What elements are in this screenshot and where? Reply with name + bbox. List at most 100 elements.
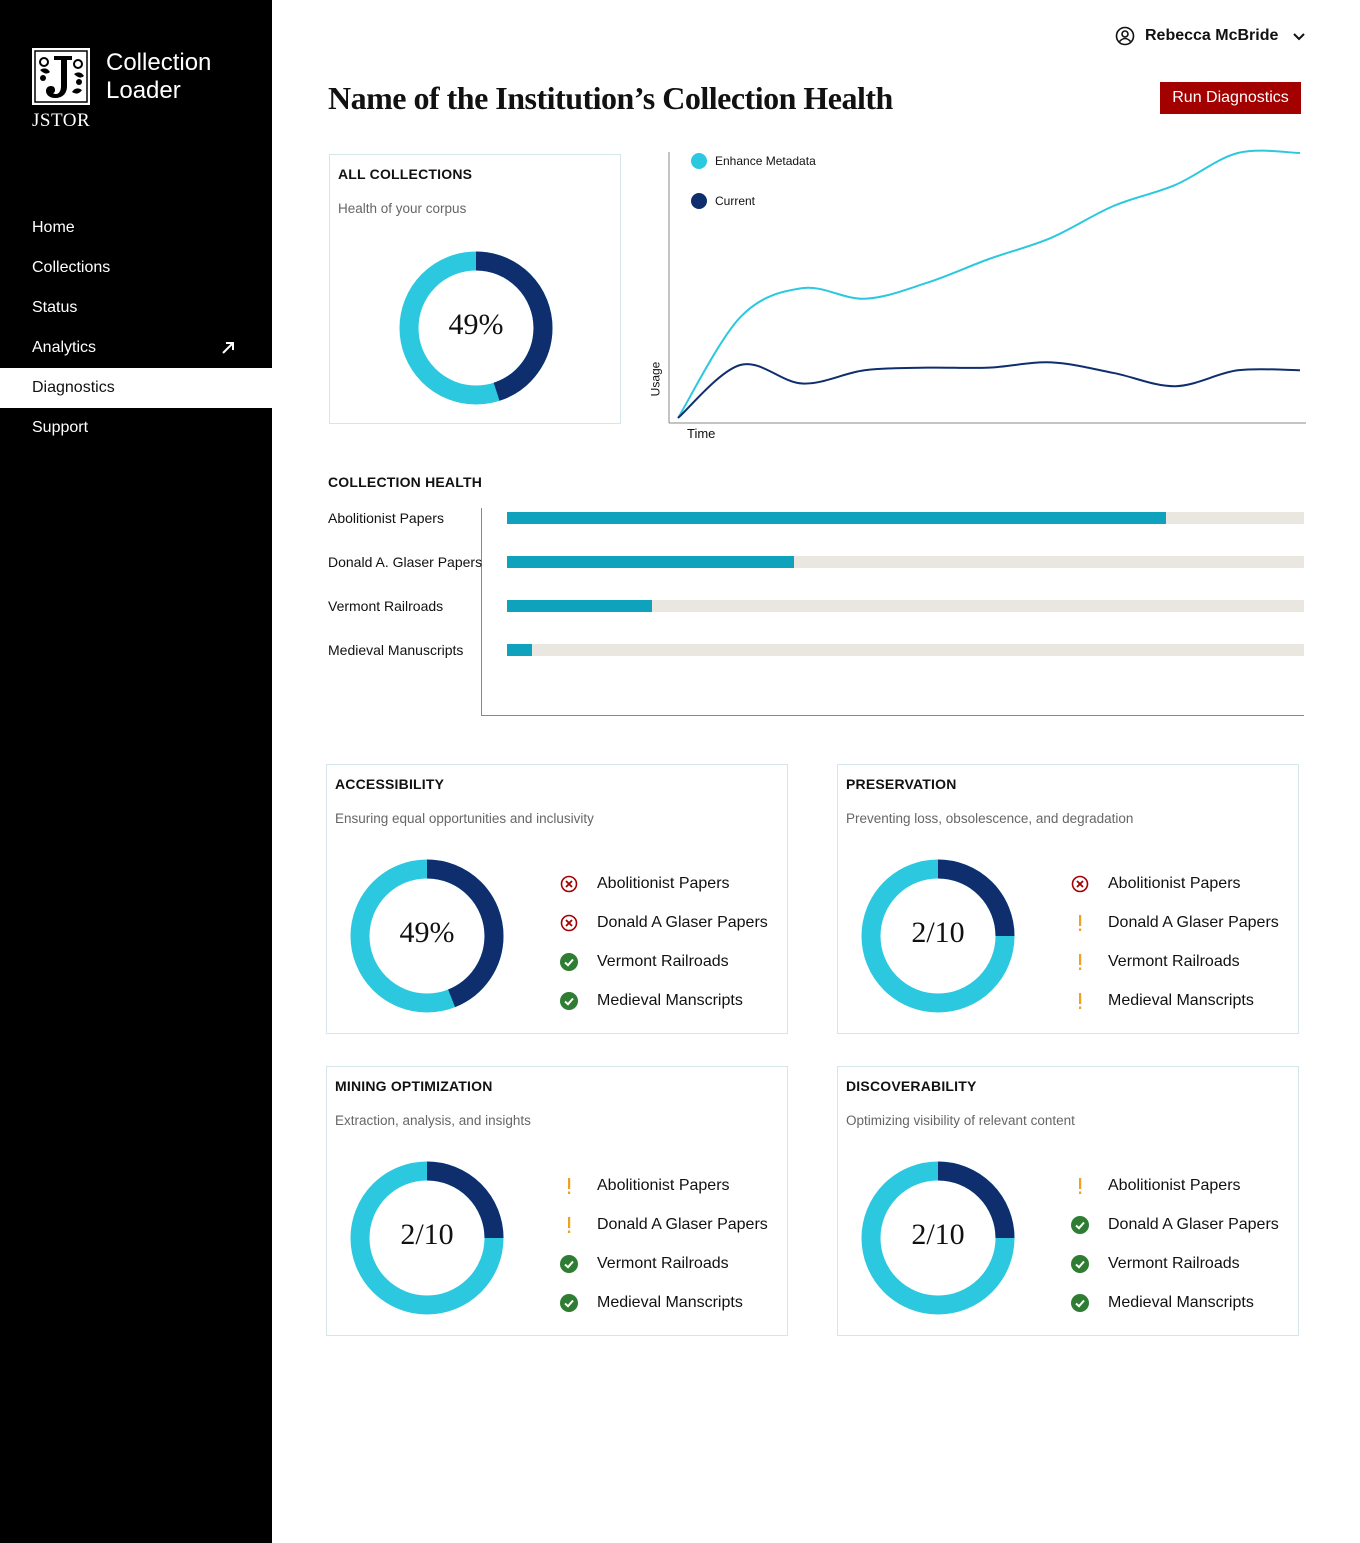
y-axis-label: Usage <box>648 361 663 397</box>
status-label: Medieval Manscripts <box>597 991 743 1009</box>
error-x-icon <box>559 913 579 933</box>
bar-fill <box>507 512 1167 524</box>
bars-y-axis <box>481 508 482 716</box>
preservation-card: PRESERVATION Preventing loss, obsolescen… <box>837 764 1299 1034</box>
status-row: Medieval Manscripts <box>1070 981 1279 1020</box>
card-subtitle: Health of your corpus <box>338 201 467 216</box>
donut-value: 49% <box>448 308 504 341</box>
bar-track <box>507 556 1304 568</box>
success-check-icon <box>559 991 579 1011</box>
status-label: Abolitionist Papers <box>1108 1176 1241 1194</box>
sidebar-item-support[interactable]: Support <box>0 408 272 448</box>
sidebar-item-label: Status <box>32 299 78 316</box>
status-row: Abolitionist Papers <box>1070 1166 1279 1205</box>
warning-exclamation-icon <box>559 1176 579 1196</box>
all-collections-card: ALL COLLECTIONS Health of your corpus 49… <box>329 154 621 424</box>
sidebar-item-analytics[interactable]: Analytics <box>0 328 272 368</box>
status-row: Vermont Railroads <box>1070 942 1279 981</box>
sidebar-item-home[interactable]: Home <box>0 208 272 248</box>
sidebar-item-collections[interactable]: Collections <box>0 248 272 288</box>
sidebar-item-label: Collections <box>32 259 111 276</box>
donut-value: 2/10 <box>911 916 965 949</box>
sidebar-item-diagnostics[interactable]: Diagnostics <box>0 368 272 408</box>
usage-line-chart: Enhance Metadata Current Time Usage <box>648 148 1310 448</box>
series-line-current <box>677 361 1301 419</box>
success-check-icon <box>1070 1293 1090 1313</box>
status-list: Abolitionist Papers Donald A Glaser Paper… <box>1070 864 1279 1020</box>
card-title: ALL COLLECTIONS <box>338 166 473 182</box>
warning-exclamation-icon <box>1070 952 1090 972</box>
donut-value: 2/10 <box>911 1218 965 1251</box>
success-check-icon <box>559 1254 579 1274</box>
status-row: Vermont Railroads <box>559 942 768 981</box>
status-row: Abolitionist Papers <box>1070 864 1279 903</box>
success-check-icon <box>1070 1215 1090 1235</box>
status-row: Donald A Glaser Papers <box>559 1205 768 1244</box>
warning-exclamation-icon <box>559 1215 579 1235</box>
bar-fill <box>507 600 653 612</box>
sidebar-item-label: Analytics <box>32 339 97 356</box>
error-x-icon <box>559 874 579 894</box>
card-title: ACCESSIBILITY <box>335 776 445 792</box>
error-x-icon <box>1070 874 1090 894</box>
mining-optimization-card: MINING OPTIMIZATION Extraction, analysis… <box>326 1066 788 1336</box>
user-avatar-icon <box>1115 26 1135 46</box>
legend-label: Enhance Metadata <box>715 154 816 168</box>
status-label: Abolitionist Papers <box>1108 874 1241 892</box>
run-diagnostics-button[interactable]: Run Diagnostics <box>1160 82 1301 114</box>
bar-track <box>507 512 1304 524</box>
bars-x-axis <box>481 715 1304 716</box>
status-list: Abolitionist Papers Donald A Glaser Paper… <box>1070 1166 1279 1322</box>
status-label: Vermont Railroads <box>1108 1254 1240 1272</box>
discoverability-card: DISCOVERABILITY Optimizing visibility of… <box>837 1066 1299 1336</box>
sidebar-item-label: Support <box>32 419 89 436</box>
card-subtitle: Extraction, analysis, and insights <box>335 1113 531 1128</box>
warning-exclamation-icon <box>1070 991 1090 1011</box>
status-label: Donald A Glaser Papers <box>1108 913 1279 931</box>
card-title: PRESERVATION <box>846 776 957 792</box>
warning-exclamation-icon <box>1070 1176 1090 1196</box>
external-link-icon <box>222 342 234 354</box>
status-row: Medieval Manscripts <box>559 1283 768 1322</box>
sidebar-nav: Home Collections Status Analytics Diagno… <box>0 208 272 448</box>
status-label: Medieval Manscripts <box>1108 991 1254 1009</box>
status-row: Medieval Manscripts <box>559 981 768 1020</box>
status-label: Abolitionist Papers <box>597 874 730 892</box>
series-line-enhance-metadata <box>677 149 1301 419</box>
status-label: Vermont Railroads <box>1108 952 1240 970</box>
card-subtitle: Preventing loss, obsolescence, and degra… <box>846 811 1134 826</box>
app-name: Collection Loader <box>106 49 212 104</box>
user-menu[interactable]: Rebecca McBride <box>1115 26 1306 46</box>
success-check-icon <box>559 952 579 972</box>
legend-swatch <box>691 193 707 209</box>
sidebar-item-status[interactable]: Status <box>0 288 272 328</box>
status-label: Vermont Railroads <box>597 1254 729 1272</box>
bar-fill <box>507 644 532 656</box>
x-axis-label: Time <box>687 426 716 441</box>
bar-label: Abolitionist Papers <box>328 510 444 526</box>
bar-track <box>507 600 1304 612</box>
status-row: Vermont Railroads <box>1070 1244 1279 1283</box>
status-label: Abolitionist Papers <box>597 1176 730 1194</box>
legend-item: Enhance Metadata <box>691 153 816 169</box>
status-label: Vermont Railroads <box>597 952 729 970</box>
bar-label: Medieval Manuscripts <box>328 642 464 658</box>
success-check-icon <box>1070 1254 1090 1274</box>
user-name: Rebecca McBride <box>1145 27 1279 44</box>
bar-track <box>507 644 1304 656</box>
chevron-down-icon <box>1293 33 1306 41</box>
sidebar: JSTOR Collection Loader Home Collections… <box>0 0 272 1543</box>
accessibility-card: ACCESSIBILITY Ensuring equal opportuniti… <box>326 764 788 1034</box>
status-row: Donald A Glaser Papers <box>1070 903 1279 942</box>
status-row: Donald A Glaser Papers <box>1070 1205 1279 1244</box>
legend-swatch <box>691 153 707 169</box>
bar-label: Vermont Railroads <box>328 598 444 614</box>
bar-fill <box>507 556 794 568</box>
logo-wordmark: JSTOR <box>32 110 91 131</box>
success-check-icon <box>559 1293 579 1313</box>
status-label: Donald A Glaser Papers <box>597 913 768 931</box>
status-list: Abolitionist Papers Donald A Glaser Paper… <box>559 1166 768 1322</box>
status-list: Abolitionist Papers Donald A Glaser Paper… <box>559 864 768 1020</box>
card-subtitle: Ensuring equal opportunities and inclusi… <box>335 811 594 826</box>
warning-exclamation-icon <box>1070 913 1090 933</box>
